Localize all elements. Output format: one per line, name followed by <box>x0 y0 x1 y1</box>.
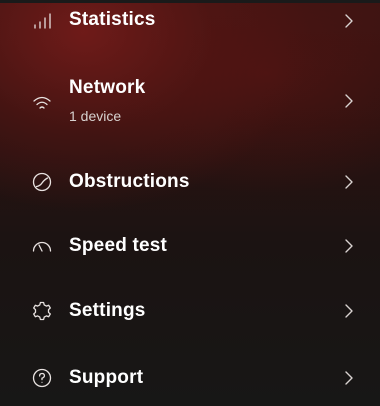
chevron-right-icon <box>342 238 356 254</box>
gear-icon <box>31 300 53 322</box>
chevron-right-icon <box>342 93 356 109</box>
menu-item-speed-test[interactable]: Speed test <box>0 224 380 268</box>
menu-item-label: Network <box>69 77 146 98</box>
chevron-right-icon <box>342 13 356 29</box>
signal-bars-icon <box>31 10 53 32</box>
menu-item-label: Statistics <box>69 9 156 30</box>
question-circle-icon <box>31 367 53 389</box>
chevron-right-icon <box>342 174 356 190</box>
menu-item-settings[interactable]: Settings <box>0 289 380 333</box>
menu-item-statistics[interactable]: Statistics <box>0 0 380 42</box>
menu-item-label: Obstructions <box>69 171 190 192</box>
menu-item-label: Speed test <box>69 235 168 256</box>
menu-item-sublabel: 1 device <box>69 108 122 124</box>
menu-item-obstructions[interactable]: Obstructions <box>0 160 380 204</box>
settings-menu: Statistics Network 1 device Obstructions… <box>0 0 380 406</box>
chevron-right-icon <box>342 370 356 386</box>
obstructions-icon <box>31 171 53 193</box>
menu-item-label: Support <box>69 367 144 388</box>
chevron-right-icon <box>342 303 356 319</box>
menu-item-support[interactable]: Support <box>0 356 380 400</box>
speedometer-icon <box>31 235 53 257</box>
wifi-icon <box>31 92 53 114</box>
menu-item-label: Settings <box>69 300 146 321</box>
menu-item-network[interactable]: Network 1 device <box>0 62 380 140</box>
